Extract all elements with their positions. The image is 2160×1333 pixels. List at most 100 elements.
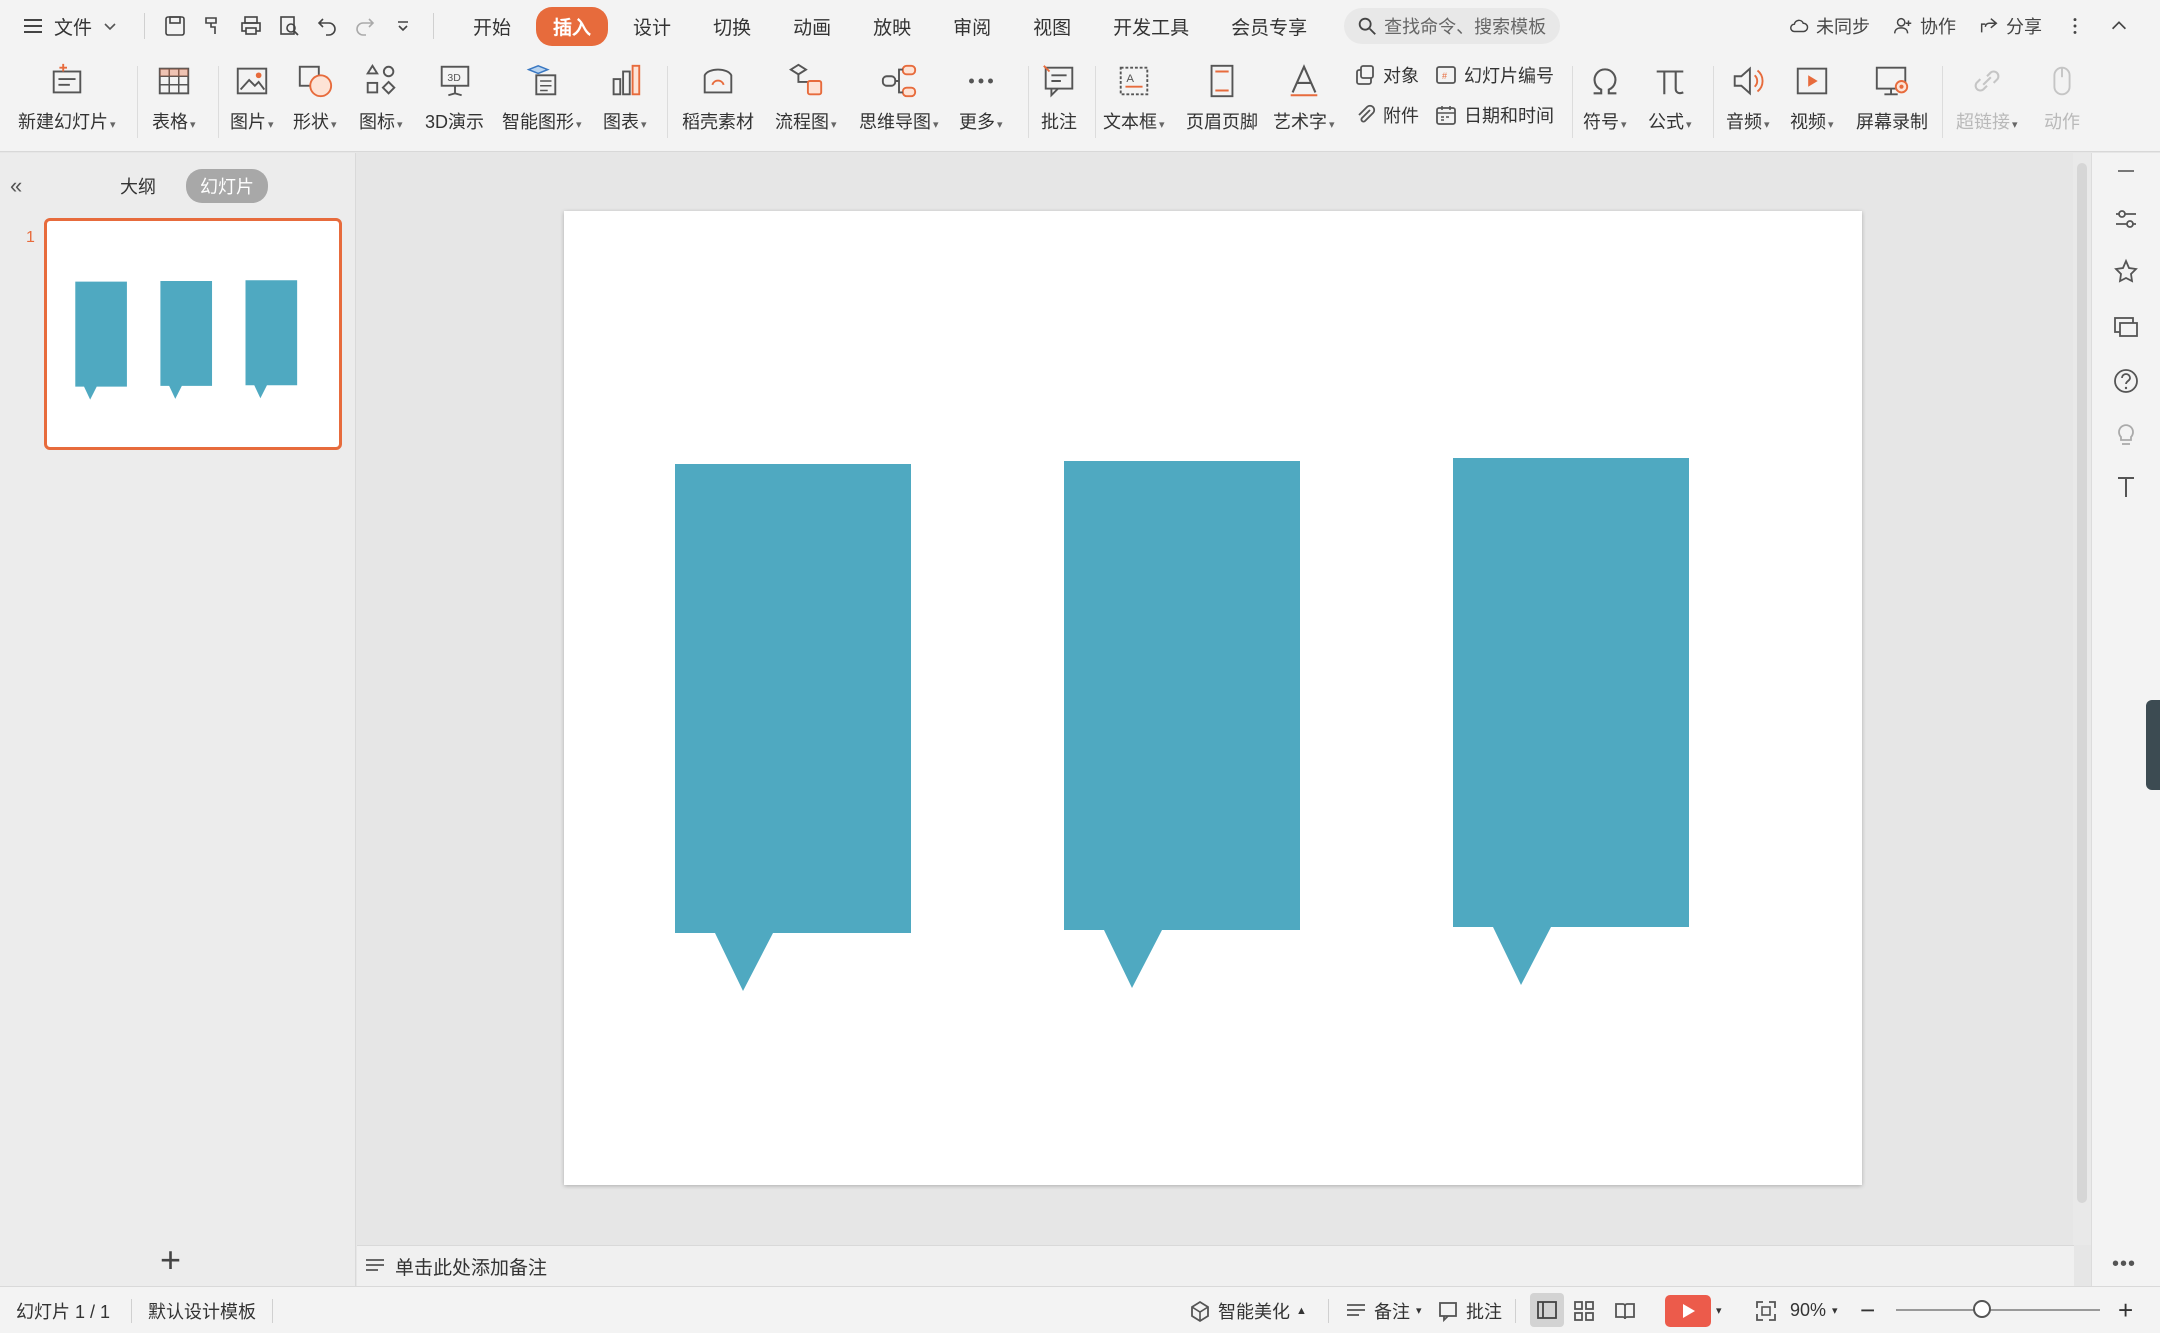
more-button[interactable]: 更多 ▾ (959, 60, 1003, 134)
file-menu[interactable]: 文件 (0, 0, 136, 52)
more-vertical-icon[interactable] (2064, 15, 2086, 37)
audio-button[interactable]: 音频 ▾ (1726, 60, 1770, 134)
save-icon[interactable] (163, 14, 187, 38)
attachment-button[interactable]: 附件 (1353, 102, 1419, 128)
smartart-button[interactable]: 智能图形 ▾ (502, 60, 582, 134)
wordart-icon (1290, 64, 1318, 97)
tab-4[interactable]: 动画 (776, 7, 848, 46)
tab-5[interactable]: 放映 (856, 7, 928, 46)
tab-0[interactable]: 开始 (456, 7, 528, 46)
format-painter-icon[interactable] (201, 14, 225, 38)
tab-9[interactable]: 会员专享 (1214, 7, 1324, 46)
slide-canvas[interactable] (564, 211, 1862, 1185)
video-button[interactable]: 视频 ▾ (1790, 60, 1834, 134)
slide-number-button[interactable]: # 幻灯片编号 (1434, 62, 1554, 88)
play-slideshow-button[interactable] (1665, 1295, 1711, 1327)
new-slide-button[interactable]: 新建幻灯片 ▾ (18, 60, 116, 134)
speaker-icon (1733, 66, 1764, 96)
tab-outline[interactable]: 大纲 (106, 169, 170, 203)
scrollbar-track[interactable] (2077, 163, 2087, 1203)
datetime-button[interactable]: 日期和时间 (1434, 102, 1554, 128)
tab-6[interactable]: 审阅 (936, 7, 1008, 46)
tab-1[interactable]: 插入 (536, 6, 609, 46)
icon-library-button[interactable]: 图标 ▾ (359, 60, 403, 134)
comments-toggle-button[interactable]: 批注 (1436, 1287, 1502, 1333)
notes-toggle-label: 备注 (1374, 1301, 1410, 1322)
zoom-slider-track[interactable] (1896, 1309, 2100, 1311)
help-icon[interactable] (2112, 367, 2140, 395)
sorter-view-button[interactable] (1572, 1287, 1596, 1333)
reading-view-button[interactable] (1613, 1287, 1637, 1333)
animation-star-icon[interactable] (2112, 258, 2140, 286)
lightbulb-icon[interactable] (2112, 420, 2140, 448)
notes-bar[interactable]: 单击此处添加备注 (357, 1245, 2074, 1286)
play-options-dropdown[interactable]: ▾ (1716, 1287, 1722, 1333)
comment-button[interactable]: 批注 (1038, 60, 1080, 134)
notes-toggle-button[interactable]: 备注 ▾ (1344, 1287, 1422, 1333)
customize-dropdown-icon[interactable] (391, 14, 415, 38)
more-dots-icon (968, 78, 993, 84)
notes-lines-icon (1347, 1303, 1365, 1316)
zoom-level-dropdown[interactable]: 90% ▾ (1790, 1287, 1838, 1333)
tab-7[interactable]: 视图 (1016, 7, 1088, 46)
chart-button[interactable]: 图表 ▾ (603, 60, 647, 134)
formula-button[interactable]: 公式 ▾ (1648, 60, 1692, 134)
slide-callout-shape-1[interactable] (675, 464, 911, 991)
action-label: 动作 (2044, 112, 2080, 132)
paperclip-icon (1358, 104, 1376, 123)
slide-callout-shape-2[interactable] (1064, 461, 1300, 988)
flowchart-button[interactable]: 流程图 ▾ (775, 60, 837, 134)
tab-8[interactable]: 开发工具 (1096, 7, 1206, 46)
zoom-slider-knob[interactable] (1973, 1300, 1991, 1318)
smart-beautify-button[interactable]: 智能美化 ▲ (1188, 1287, 1307, 1333)
vertical-scrollbar[interactable] (2073, 153, 2091, 1245)
sync-status-button[interactable]: 未同步 (1788, 13, 1870, 39)
symbol-button[interactable]: 符号 ▾ (1583, 60, 1627, 134)
table-button[interactable]: 表格 ▾ (152, 60, 196, 134)
docer-material-label: 稻壳素材 (682, 112, 754, 132)
docer-material-button[interactable]: 稻壳素材 (682, 60, 754, 134)
slide-number-label: 幻灯片编号 (1464, 66, 1554, 86)
tab-2[interactable]: 设计 (616, 7, 688, 46)
slide-thumbnail[interactable] (44, 218, 342, 450)
wordart-button[interactable]: 艺术字 ▾ (1273, 60, 1335, 134)
object-button[interactable]: 对象 (1353, 62, 1419, 88)
redo-icon[interactable] (353, 14, 377, 38)
collapse-panel-icon[interactable]: « (10, 173, 22, 199)
normal-view-button[interactable] (1530, 1293, 1564, 1327)
tab-3[interactable]: 切换 (696, 7, 768, 46)
transition-icon[interactable] (2112, 313, 2140, 341)
print-icon[interactable] (239, 14, 263, 38)
3d-demo-button[interactable]: 3D 3D演示 (425, 60, 484, 134)
datetime-label: 日期和时间 (1464, 106, 1554, 126)
screen-record-button[interactable]: 屏幕录制 (1856, 60, 1928, 134)
new-slide-label: 新建幻灯片 (18, 112, 108, 132)
share-button[interactable]: 分享 (1978, 13, 2042, 39)
template-name[interactable]: 默认设计模板 (148, 1287, 256, 1333)
zoom-out-button[interactable]: − (1860, 1287, 1875, 1333)
text-tool-icon[interactable] (2112, 473, 2140, 501)
fit-window-button[interactable] (1754, 1287, 1778, 1333)
textbox-button[interactable]: A 文本框 ▾ (1103, 60, 1165, 134)
side-drawer-handle[interactable] (2146, 700, 2160, 790)
properties-icon[interactable] (2112, 205, 2140, 233)
header-footer-button[interactable]: 页眉页脚 (1186, 60, 1258, 134)
pane-chevron-icon[interactable] (2112, 165, 2140, 193)
zoom-in-button[interactable]: + (2118, 1287, 2133, 1333)
video-label: 视频 (1790, 112, 1826, 132)
slide-callout-shape-3[interactable] (1453, 458, 1689, 985)
tab-slides[interactable]: 幻灯片 (186, 169, 268, 203)
command-search[interactable]: 查找命令、搜索模板 (1344, 8, 1561, 44)
mindmap-button[interactable]: 思维导图 ▾ (859, 60, 939, 134)
more-horizontal-icon[interactable]: ••• (2112, 1253, 2136, 1276)
picture-button[interactable]: 图片 ▾ (230, 60, 274, 134)
add-slide-icon[interactable]: + (160, 1239, 181, 1281)
hyperlink-button[interactable]: 超链接 ▾ (1956, 60, 2018, 134)
shape-button[interactable]: 形状 ▾ (293, 60, 337, 134)
chevron-up-icon[interactable] (2108, 15, 2130, 37)
collaborate-button[interactable]: 协作 (1892, 13, 1956, 39)
hamburger-icon (24, 19, 42, 33)
action-button[interactable]: 动作 (2041, 60, 2083, 134)
undo-icon[interactable] (315, 14, 339, 38)
print-preview-icon[interactable] (277, 14, 301, 38)
